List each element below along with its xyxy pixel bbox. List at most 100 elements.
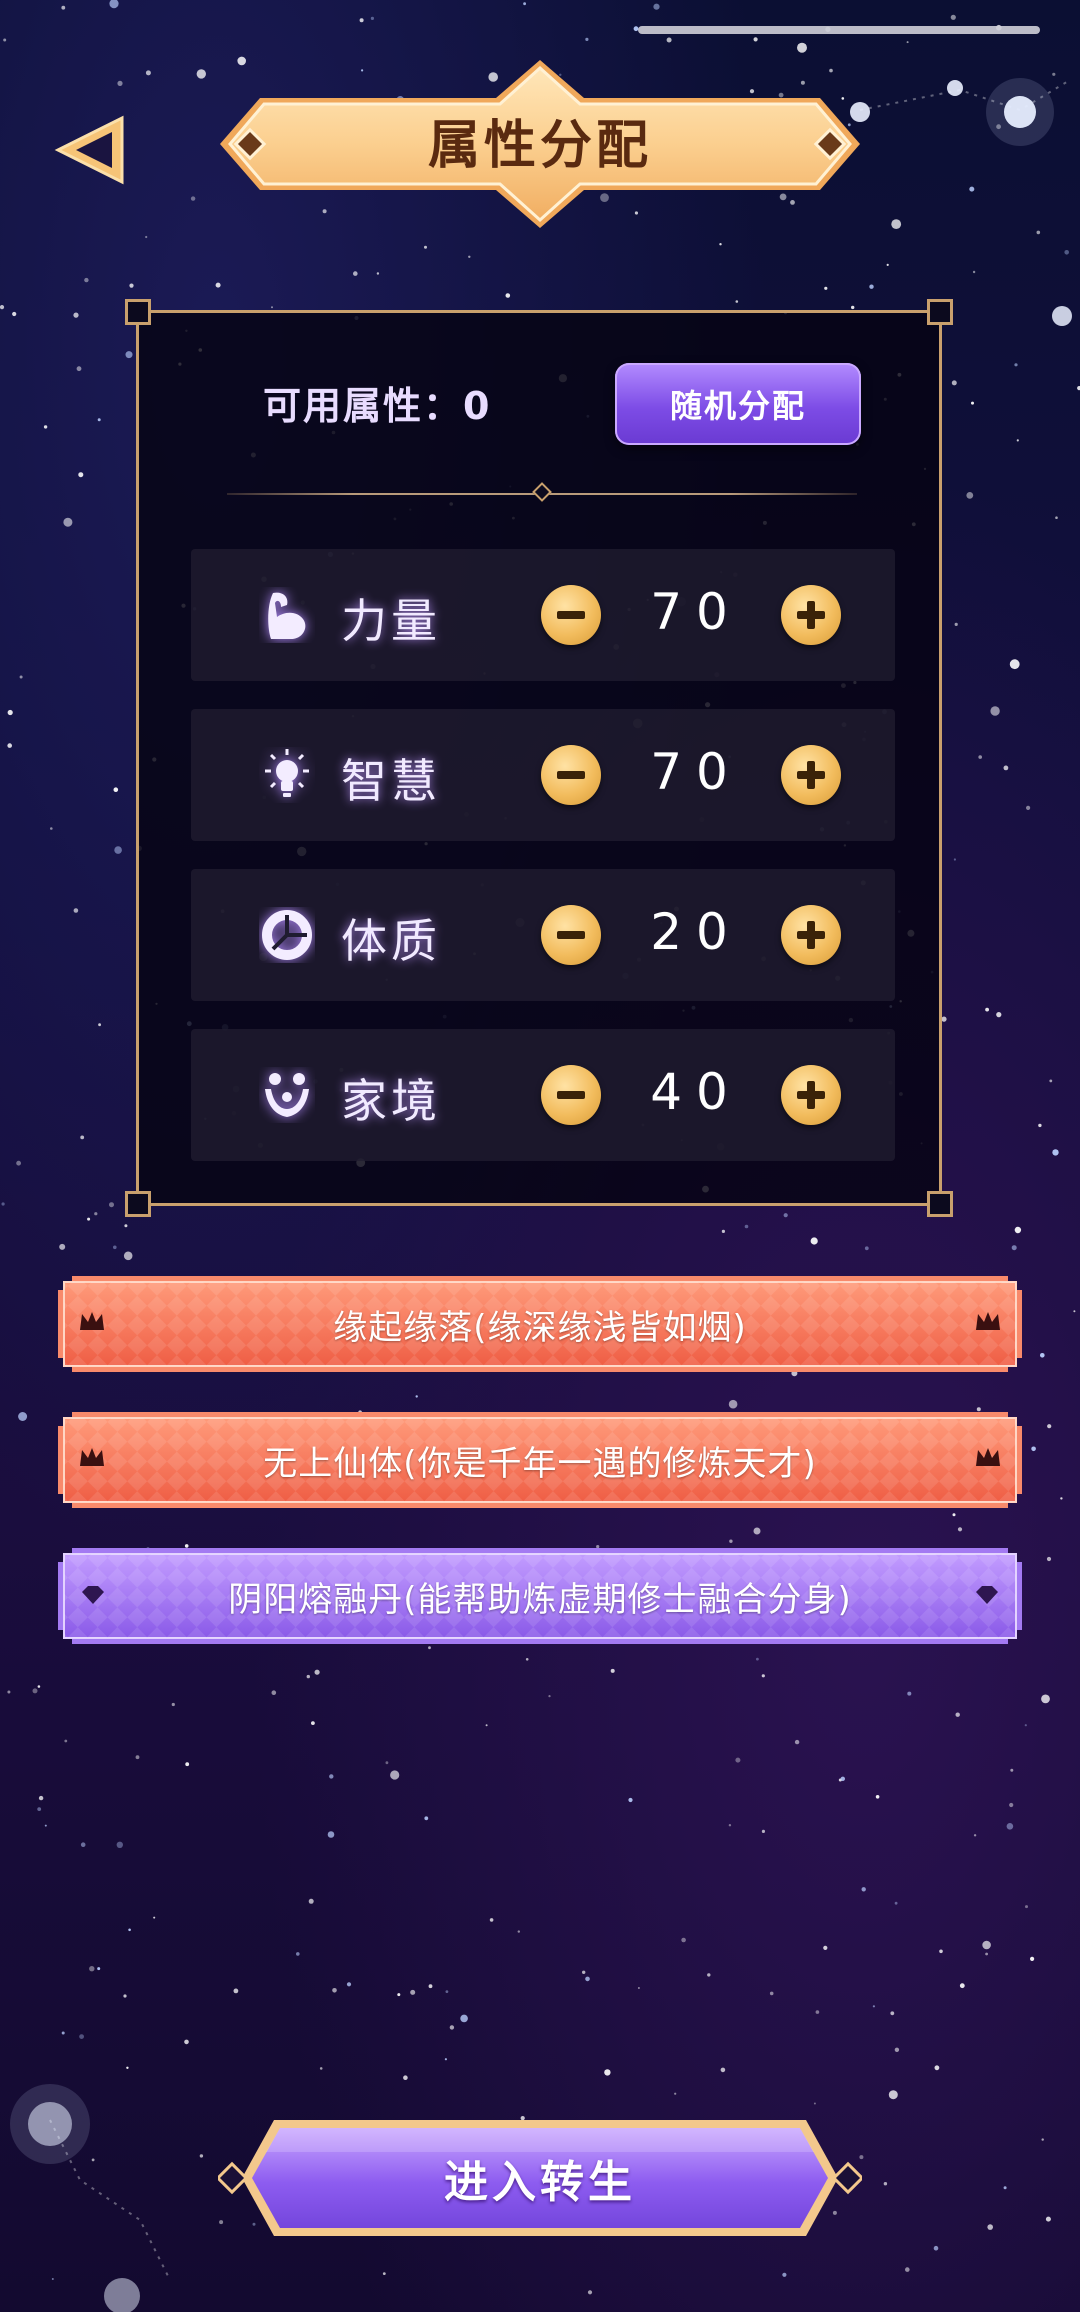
star xyxy=(604,2069,611,2076)
star xyxy=(1026,805,1031,811)
decrease-intelligence-button[interactable] xyxy=(541,745,601,805)
star xyxy=(64,1739,68,1743)
star xyxy=(810,1237,818,1245)
star xyxy=(976,1407,981,1412)
star xyxy=(7,1690,11,1694)
star xyxy=(199,2154,204,2158)
attribute-label: 体质 xyxy=(341,914,441,968)
star xyxy=(933,2245,939,2251)
star xyxy=(428,1646,431,1650)
star xyxy=(1047,1424,1052,1429)
plus-icon xyxy=(797,761,825,789)
minus-icon xyxy=(557,611,585,619)
star xyxy=(815,2010,820,2014)
star xyxy=(966,492,974,499)
panel-corner xyxy=(125,299,151,325)
star xyxy=(32,1688,38,1694)
increase-strength-button[interactable] xyxy=(781,585,841,645)
star xyxy=(628,1797,633,1803)
star xyxy=(674,2092,677,2095)
talent-text: 阴阳熔融丹(能帮助炼虚期修士融合分身) xyxy=(228,1579,852,1620)
star xyxy=(907,1691,912,1696)
panel-corner xyxy=(927,1191,953,1217)
back-button[interactable] xyxy=(52,110,132,190)
star xyxy=(769,1991,774,1996)
enter-rebirth-button[interactable]: 进入转生 xyxy=(215,2116,865,2240)
title-banner: 属性分配 xyxy=(220,56,860,236)
decrease-family-button[interactable] xyxy=(541,1065,601,1125)
star xyxy=(783,1213,788,1218)
star xyxy=(114,846,122,854)
decrease-strength-button[interactable] xyxy=(541,585,601,645)
talent-card[interactable]: 无上仙体(你是千年一遇的修炼天才) xyxy=(58,1412,1022,1508)
star xyxy=(753,37,758,42)
attribute-value: 40 xyxy=(650,1063,742,1121)
star xyxy=(38,1795,44,1801)
star xyxy=(1003,765,1009,771)
plus-icon xyxy=(797,601,825,629)
star xyxy=(1046,1556,1052,1562)
star xyxy=(79,2034,84,2039)
star xyxy=(1038,1123,1042,1128)
star xyxy=(744,1224,749,1229)
star xyxy=(128,1928,131,1932)
star xyxy=(891,219,902,230)
star xyxy=(271,306,273,309)
star xyxy=(489,1918,494,1922)
star xyxy=(1041,2138,1044,2141)
increase-intelligence-button[interactable] xyxy=(781,745,841,805)
star xyxy=(585,37,589,42)
star xyxy=(397,1993,401,1997)
star xyxy=(98,1023,101,1027)
decrease-constitution-button[interactable] xyxy=(541,905,601,965)
star xyxy=(171,1702,175,1707)
star xyxy=(296,1952,300,1956)
star xyxy=(851,305,855,310)
star xyxy=(44,1824,47,1827)
star xyxy=(370,16,374,20)
random-allocate-button[interactable]: 随机分配 xyxy=(615,363,861,445)
star xyxy=(0,305,5,310)
panel-corner xyxy=(927,299,953,325)
plus-icon xyxy=(797,1081,825,1109)
talent-card[interactable]: 缘起缘落(缘深缘浅皆如烟) xyxy=(58,1276,1022,1372)
star xyxy=(587,2290,593,2295)
star xyxy=(1006,1823,1014,1830)
increase-family-button[interactable] xyxy=(781,1065,841,1125)
attribute-row-constitution: 体质 20 xyxy=(191,869,895,1001)
star xyxy=(894,2047,900,2052)
star xyxy=(145,235,148,239)
star xyxy=(941,1016,947,1022)
star xyxy=(894,1901,898,1905)
star xyxy=(424,245,427,249)
star xyxy=(190,196,196,201)
star xyxy=(985,1952,988,1956)
star xyxy=(1014,1226,1022,1234)
star xyxy=(681,1937,686,1943)
star xyxy=(1025,1905,1028,1909)
star xyxy=(1,1202,5,1206)
star xyxy=(840,1776,845,1782)
available-points-label: 可用属性：0 xyxy=(263,384,492,428)
back-arrow-icon xyxy=(54,115,124,185)
home-indicator xyxy=(638,26,1040,34)
star xyxy=(883,2182,888,2186)
star xyxy=(63,517,73,527)
star xyxy=(1030,1956,1035,1961)
star xyxy=(959,1983,965,1989)
increase-constitution-button[interactable] xyxy=(781,905,841,965)
star xyxy=(319,2067,323,2070)
star xyxy=(735,300,739,303)
talent-text: 无上仙体(你是千年一遇的修炼天才) xyxy=(263,1443,817,1484)
star xyxy=(971,401,974,405)
star xyxy=(969,186,975,192)
star xyxy=(782,2272,787,2277)
star xyxy=(1064,250,1069,255)
star xyxy=(523,2,526,6)
talent-card[interactable]: 阴阳熔融丹(能帮助炼虚期修士融合分身) xyxy=(58,1548,1022,1644)
star xyxy=(719,243,722,246)
star xyxy=(1010,1768,1014,1772)
star xyxy=(91,2158,95,2162)
star xyxy=(215,282,221,288)
attribute-panel: 可用属性：0 随机分配 力量 70 智慧 70 体质 20 家境 40 xyxy=(125,299,953,1217)
